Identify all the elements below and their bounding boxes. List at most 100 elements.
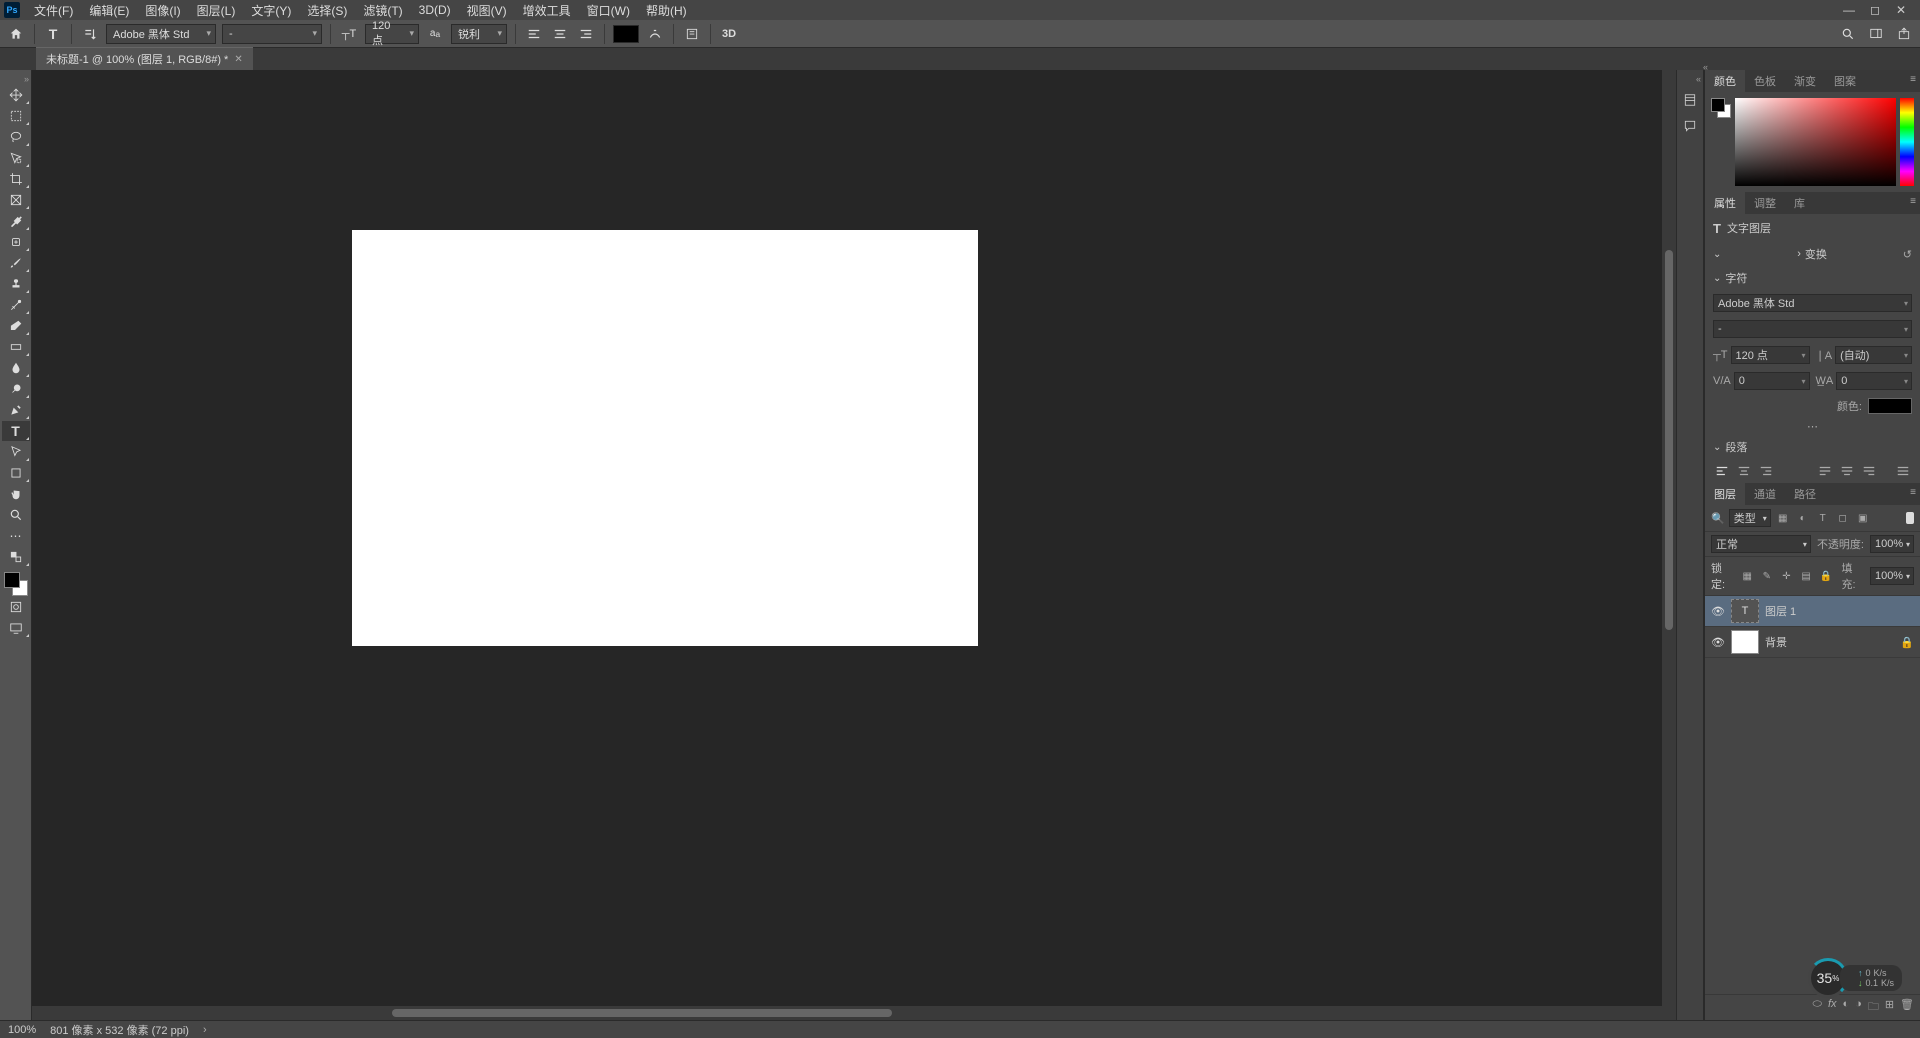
path-select-tool[interactable] xyxy=(2,442,30,462)
prop-font-family[interactable]: Adobe 黑体 Std xyxy=(1713,294,1912,312)
para-justify-right-icon[interactable] xyxy=(1860,463,1878,479)
color-field[interactable] xyxy=(1735,98,1896,186)
filter-type-dropdown[interactable]: 类型 xyxy=(1729,509,1771,527)
tab-paths[interactable]: 路径 xyxy=(1785,483,1825,505)
filter-search-icon[interactable]: 🔍 xyxy=(1711,512,1725,525)
statusbar-more-icon[interactable]: › xyxy=(203,1024,207,1036)
screen-mode-tool[interactable] xyxy=(2,618,30,638)
tab-properties[interactable]: 属性 xyxy=(1705,192,1745,214)
visibility-icon[interactable]: 👁 xyxy=(1711,636,1725,649)
crop-tool[interactable] xyxy=(2,169,30,189)
frame-tool[interactable] xyxy=(2,190,30,210)
selection-tool[interactable] xyxy=(2,148,30,168)
layers-panel-menu-icon[interactable]: ≡ xyxy=(1910,487,1916,498)
transform-section[interactable]: ›变换 ↺ xyxy=(1705,242,1920,266)
menu-file[interactable]: 文件(F) xyxy=(26,0,81,22)
tab-adjustments[interactable]: 调整 xyxy=(1745,192,1785,214)
filter-type-icon[interactable]: T xyxy=(1815,510,1831,526)
visibility-icon[interactable]: 👁 xyxy=(1711,605,1725,618)
fg-bg-mini[interactable] xyxy=(1711,98,1731,118)
para-align-right-icon[interactable] xyxy=(1757,463,1775,479)
zoom-tool[interactable] xyxy=(2,505,30,525)
canvas-area[interactable] xyxy=(32,70,1676,1020)
home-button[interactable] xyxy=(6,24,26,44)
menu-type[interactable]: 文字(Y) xyxy=(243,0,299,22)
close-button[interactable]: ✕ xyxy=(1894,3,1908,17)
expand-panels-icon[interactable]: « xyxy=(1696,74,1703,84)
tab-gradients[interactable]: 渐变 xyxy=(1785,70,1825,92)
document-tab[interactable]: 未标题-1 @ 100% (图层 1, RGB/8#) * ✕ xyxy=(36,47,253,70)
layer-item[interactable]: 👁 背景 🔒 xyxy=(1705,627,1920,658)
eyedropper-tool[interactable] xyxy=(2,211,30,231)
para-justify-center-icon[interactable] xyxy=(1838,463,1856,479)
menu-filter[interactable]: 滤镜(T) xyxy=(355,0,410,22)
fill-input[interactable]: 100% xyxy=(1870,567,1914,585)
lasso-tool[interactable] xyxy=(2,127,30,147)
shape-tool[interactable] xyxy=(2,463,30,483)
group-icon[interactable]: 🗀 xyxy=(1868,998,1879,1017)
para-align-left-icon[interactable] xyxy=(1713,463,1731,479)
prop-font-size[interactable]: 120 点 xyxy=(1731,346,1810,364)
menu-window[interactable]: 窗口(W) xyxy=(579,0,638,22)
color-mode-toggle[interactable] xyxy=(2,547,30,567)
delete-layer-icon[interactable]: 🗑 xyxy=(1900,998,1914,1017)
menu-plugins[interactable]: 增效工具 xyxy=(515,0,579,22)
lock-pixel-icon[interactable]: ✎ xyxy=(1759,568,1775,584)
menu-help[interactable]: 帮助(H) xyxy=(638,0,695,22)
new-layer-icon[interactable]: ⊞ xyxy=(1885,998,1894,1017)
filter-pixel-icon[interactable]: ▦ xyxy=(1775,510,1791,526)
tab-patterns[interactable]: 图案 xyxy=(1825,70,1865,92)
menu-layer[interactable]: 图层(L) xyxy=(189,0,244,22)
tab-channels[interactable]: 通道 xyxy=(1745,483,1785,505)
antialias-dropdown[interactable]: 锐利 xyxy=(451,24,507,44)
tool-preset-icon[interactable]: T xyxy=(43,24,63,44)
pen-tool[interactable] xyxy=(2,400,30,420)
quick-mask-tool[interactable] xyxy=(2,597,30,617)
menu-image[interactable]: 图像(I) xyxy=(137,0,188,22)
layer-name[interactable]: 背景 xyxy=(1765,634,1787,650)
vertical-scrollbar[interactable] xyxy=(1665,250,1673,630)
filter-adjust-icon[interactable]: ◐ xyxy=(1795,510,1811,526)
canvas[interactable] xyxy=(352,230,978,646)
maximize-button[interactable]: ◻ xyxy=(1868,3,1882,17)
lock-pos-icon[interactable]: ✛ xyxy=(1779,568,1795,584)
para-justify-all-icon[interactable] xyxy=(1894,463,1912,479)
history-panel-icon[interactable] xyxy=(1680,90,1700,110)
adjustment-icon[interactable]: ◑ xyxy=(1855,998,1862,1017)
fg-bg-colors[interactable] xyxy=(4,572,28,596)
eraser-tool[interactable] xyxy=(2,316,30,336)
font-size-dropdown[interactable]: 120 点 xyxy=(365,24,419,44)
stamp-tool[interactable] xyxy=(2,274,30,294)
filter-shape-icon[interactable]: ◻ xyxy=(1835,510,1851,526)
type-tool[interactable]: T xyxy=(2,421,30,441)
layer-name[interactable]: 图层 1 xyxy=(1765,603,1796,619)
paragraph-section[interactable]: 段落 xyxy=(1705,435,1920,459)
more-options-icon[interactable]: ⋯ xyxy=(1705,418,1920,435)
link-layers-icon[interactable]: ⬭ xyxy=(1813,998,1822,1017)
opacity-input[interactable]: 100% xyxy=(1870,535,1914,553)
hue-slider[interactable] xyxy=(1900,98,1914,186)
layer-item[interactable]: 👁 T 图层 1 xyxy=(1705,596,1920,627)
marquee-tool[interactable] xyxy=(2,106,30,126)
lock-trans-icon[interactable]: ▦ xyxy=(1739,568,1755,584)
font-style-dropdown[interactable]: - xyxy=(222,24,322,44)
fx-icon[interactable]: fx xyxy=(1828,998,1837,1017)
color-panel-menu-icon[interactable]: ≡ xyxy=(1910,74,1916,85)
char-panel-icon[interactable] xyxy=(682,24,702,44)
tab-swatches[interactable]: 色板 xyxy=(1745,70,1785,92)
comments-panel-icon[interactable] xyxy=(1680,116,1700,136)
align-left-icon[interactable] xyxy=(524,24,544,44)
zoom-level[interactable]: 100% xyxy=(8,1024,36,1036)
text-color-swatch[interactable] xyxy=(613,25,639,43)
align-center-icon[interactable] xyxy=(550,24,570,44)
dodge-tool[interactable] xyxy=(2,379,30,399)
prop-text-color[interactable] xyxy=(1868,398,1912,414)
lock-all-icon[interactable]: 🔒 xyxy=(1818,568,1834,584)
filter-smart-icon[interactable]: ▣ xyxy=(1855,510,1871,526)
prop-font-style[interactable]: - xyxy=(1713,320,1912,338)
close-tab-icon[interactable]: ✕ xyxy=(234,54,242,65)
tab-layers[interactable]: 图层 xyxy=(1705,483,1745,505)
font-family-dropdown[interactable]: Adobe 黑体 Std xyxy=(106,24,216,44)
search-icon[interactable] xyxy=(1838,24,1858,44)
blend-mode-dropdown[interactable]: 正常 xyxy=(1711,535,1811,553)
